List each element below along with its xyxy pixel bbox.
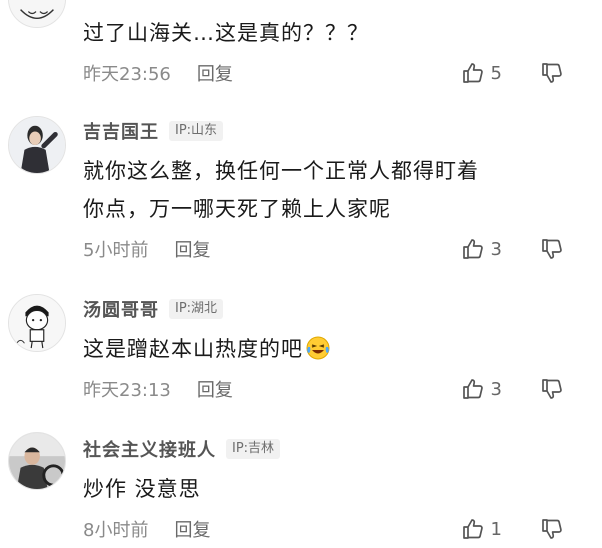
comment-header: 吉吉国王 IP:山东 [83,118,224,144]
comment-time: 5小时前 [83,240,149,261]
thumbs-up-icon [462,519,483,539]
driver-photo-avatar-icon [9,433,65,489]
reply-button[interactable]: 回复 [197,60,233,86]
thumbs-up-icon [462,63,483,83]
comment-time: 昨天23:13 [83,380,171,401]
dislike-button[interactable] [540,374,564,404]
comment-text-line: 就你这么整，换任何一个正常人都得盯着 [83,159,479,183]
ip-location-badge: IP:山东 [169,121,224,141]
comment-header: 汤圆哥哥 IP:湖北 [83,296,224,322]
comment-meta: 8小时前 回复 [83,514,210,544]
avatar[interactable] [8,432,66,490]
dislike-button[interactable] [540,58,564,88]
thumbs-up-icon [462,239,483,259]
sketch-avatar-icon [9,0,65,27]
like-button[interactable]: 1 [461,514,502,544]
thumbs-down-icon [542,519,562,539]
reply-button[interactable]: 回复 [174,516,210,542]
like-count: 1 [490,518,502,540]
like-button[interactable]: 3 [461,234,502,264]
comment-text: 就你这么整，换任何一个正常人都得盯着 你点，万一哪天死了赖上人家呢 [83,152,553,228]
comment-text-line: 你点，万一哪天死了赖上人家呢 [83,197,391,221]
comment-meta: 5小时前 回复 [83,234,210,264]
cartoon-boy-avatar-icon [9,295,65,351]
comment-header: 社会主义接班人 IP:吉林 [83,436,281,462]
comment-text: 炒作 没意思 [83,477,201,501]
person-photo-avatar-icon [9,117,65,173]
thumbs-up-icon [462,379,483,399]
reply-button[interactable]: 回复 [174,236,210,262]
comment-time: 昨天23:56 [83,64,171,85]
comment-meta: 昨天23:56 回复 [83,58,233,88]
comment-text-content: 这是蹭赵本山热度的吧 [83,337,303,361]
like-count: 3 [490,238,502,260]
comment-text: 这是蹭赵本山热度的吧 [83,330,553,368]
thumbs-down-icon [542,239,562,259]
reply-button[interactable]: 回复 [197,376,233,402]
comment-meta: 昨天23:13 回复 [83,374,233,404]
comment-text: 过了山海关…这是真的？？？ [83,21,369,45]
avatar[interactable] [8,0,66,28]
like-button[interactable]: 5 [461,58,502,88]
thumbs-down-icon [542,63,562,83]
like-button[interactable]: 3 [461,374,502,404]
like-count: 3 [490,378,502,400]
dislike-button[interactable] [540,514,564,544]
avatar[interactable] [8,116,66,174]
dislike-button[interactable] [540,234,564,264]
ip-location-badge: IP:湖北 [169,299,224,319]
avatar[interactable] [8,294,66,352]
like-count: 5 [490,62,502,84]
thumbs-down-icon [542,379,562,399]
username[interactable]: 吉吉国王 [83,118,159,144]
username[interactable]: 社会主义接班人 [83,436,216,462]
comment-time: 8小时前 [83,520,149,541]
laughing-crying-emoji [306,336,330,360]
ip-location-badge: IP:吉林 [226,439,281,459]
username[interactable]: 汤圆哥哥 [83,296,159,322]
